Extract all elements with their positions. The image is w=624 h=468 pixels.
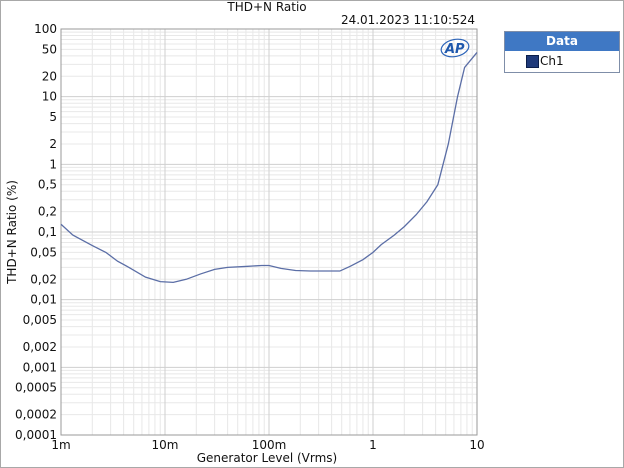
y-tick-label: 0,1: [38, 225, 57, 239]
y-tick-label: 0,02: [30, 272, 57, 286]
y-tick-label: 0,2: [38, 205, 57, 219]
y-tick-label: 0,001: [23, 360, 57, 374]
y-tick-label: 5: [49, 110, 57, 124]
x-tick-label: 1: [369, 438, 377, 452]
ap-logo: AP: [440, 38, 470, 58]
chart-timestamp: 24.01.2023 11:10:524: [341, 13, 475, 27]
ap-logo-text: AP: [444, 42, 465, 57]
legend-header: Data: [505, 32, 619, 51]
x-tick-labels: 1m 10m 100m 1 10: [51, 438, 484, 452]
x-tick-label: 100m: [252, 438, 287, 452]
y-tick-label: 2: [49, 137, 57, 151]
y-tick-label: 1: [49, 157, 57, 171]
x-tick-label: 1m: [51, 438, 70, 452]
x-axis-label: Generator Level (Vrms): [197, 451, 337, 465]
y-tick-label: 0,005: [23, 313, 57, 327]
legend-swatch: [526, 55, 539, 68]
y-tick-labels: 100 50 20 10 5 2 1 0,5 0,2 0,1 0,05 0,02 0,01 0,005 0,…: [15, 22, 57, 442]
y-tick-label: 10: [42, 90, 57, 104]
y-tick-label: 50: [42, 42, 57, 56]
legend-series-name: Ch1: [540, 54, 564, 68]
chart-title: THD+N Ratio: [226, 0, 306, 14]
y-tick-label: 100: [34, 22, 57, 36]
legend-item-ch1[interactable]: Ch1: [505, 51, 619, 71]
y-tick-label: 0,05: [30, 245, 57, 259]
legend: Data Ch1: [504, 31, 620, 73]
y-tick-label: 0,002: [23, 340, 57, 354]
y-tick-label: 0,01: [30, 293, 57, 307]
x-tick-label: 10m: [152, 438, 179, 452]
y-tick-label: 0,0005: [15, 381, 57, 395]
x-tick-label: 10: [469, 438, 484, 452]
y-tick-label: 0,5: [38, 178, 57, 192]
y-axis-label: THD+N Ratio (%): [5, 180, 19, 285]
y-tick-label: 20: [42, 69, 57, 83]
y-tick-label: 0,0002: [15, 408, 57, 422]
